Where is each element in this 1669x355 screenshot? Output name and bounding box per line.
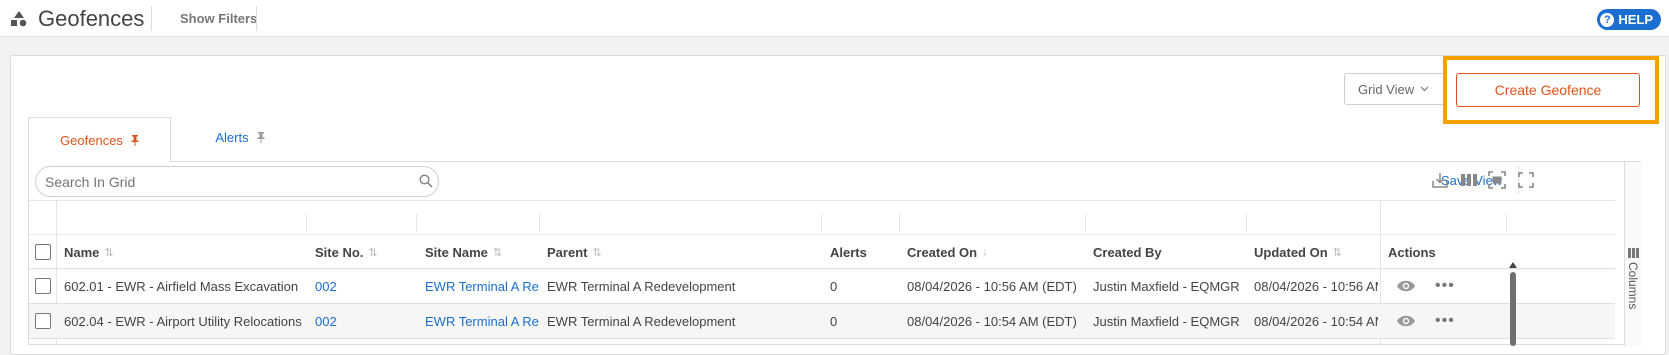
sort-icon[interactable]: ⇅ xyxy=(592,246,601,259)
fit-screen-icon[interactable] xyxy=(1488,171,1506,189)
parent-cell: EWR Terminal A Redevelopment xyxy=(547,278,736,294)
table-row[interactable]: 602.04 - EWR - Airport Utility Relocatio… xyxy=(29,304,1615,339)
help-label: HELP xyxy=(1618,12,1653,27)
column-header-created-by[interactable]: Created By xyxy=(1093,235,1162,269)
column-header-actions: Actions xyxy=(1388,235,1436,269)
column-divider xyxy=(539,214,540,232)
row-checkbox[interactable] xyxy=(35,313,51,329)
scrollbar-thumb[interactable] xyxy=(1510,272,1516,346)
search-icon[interactable] xyxy=(419,174,433,188)
tab-alerts[interactable]: Alerts xyxy=(185,117,295,157)
eye-icon[interactable] xyxy=(1396,314,1416,328)
column-header-label: Site Name xyxy=(425,244,488,260)
show-filters-button[interactable]: Show Filters xyxy=(180,11,257,26)
view-action[interactable] xyxy=(1396,304,1416,338)
column-divider xyxy=(899,214,900,232)
created-by-cell: Justin Maxfield - EQMGR xyxy=(1093,313,1240,329)
sort-icon[interactable]: ⇅ xyxy=(104,246,113,259)
eye-icon[interactable] xyxy=(1396,279,1416,293)
pin-icon[interactable] xyxy=(257,131,265,143)
divider xyxy=(256,6,257,31)
site-no-link[interactable]: 002 xyxy=(315,304,410,338)
tab-geofences[interactable]: Geofences xyxy=(28,117,171,162)
name-cell: 602.04 - EWR - Airport Utility Relocatio… xyxy=(64,313,302,329)
created-on-cell: 08/04/2026 - 10:56 AM (EDT) xyxy=(907,278,1077,294)
created-on-cell: 08/04/2026 - 10:54 AM (EDT) xyxy=(907,313,1077,329)
column-header-name[interactable]: Name ⇅ xyxy=(64,235,114,269)
columns-icon[interactable] xyxy=(1460,171,1478,189)
select-all-cell xyxy=(35,235,51,269)
column-header-label: Alerts xyxy=(830,244,867,260)
column-header-created-on[interactable]: Created On ↓ xyxy=(907,235,988,269)
help-button[interactable]: ? HELP xyxy=(1597,9,1661,30)
columns-label: Columns xyxy=(1626,262,1640,310)
download-icon[interactable] xyxy=(1431,171,1449,189)
fullscreen-icon[interactable] xyxy=(1517,171,1535,189)
more-actions-icon[interactable]: ••• xyxy=(1435,304,1455,338)
sort-icon[interactable]: ⇅ xyxy=(1333,246,1342,259)
more-actions-icon[interactable]: ••• xyxy=(1435,269,1455,303)
geofence-app-icon xyxy=(11,11,27,27)
parent-cell: EWR Terminal A Redevelopment xyxy=(547,313,736,329)
create-geofence-button[interactable]: Create Geofence xyxy=(1456,73,1640,107)
column-divider xyxy=(1246,214,1247,232)
columns-toggle-icon[interactable] xyxy=(1628,248,1639,258)
tab-alerts-label: Alerts xyxy=(215,129,249,145)
alerts-cell: 0 xyxy=(830,313,838,329)
column-divider xyxy=(1506,214,1507,232)
table-row[interactable]: 602.01 - EWR - Airfield Mass Excavation … xyxy=(29,269,1615,304)
scroll-up-icon[interactable] xyxy=(1509,262,1517,268)
grid-header-row: Name ⇅ Site No. ⇅ Site Name ⇅ Parent ⇅ A… xyxy=(29,235,1615,269)
site-name-link[interactable]: EWR Terminal A Redevelopment xyxy=(425,269,539,303)
sort-desc-icon[interactable]: ↓ xyxy=(982,246,988,258)
pin-icon[interactable] xyxy=(131,134,139,146)
tab-geofences-label: Geofences xyxy=(60,132,123,148)
column-header-site-name[interactable]: Site Name ⇅ xyxy=(425,235,502,269)
column-header-label: Parent xyxy=(547,244,588,260)
column-header-updated-on[interactable]: Updated On ⇅ xyxy=(1254,235,1342,269)
search-input[interactable] xyxy=(35,166,439,197)
row-select-cell xyxy=(35,269,51,303)
grid-view-dropdown[interactable]: Grid View xyxy=(1344,73,1447,105)
view-action[interactable] xyxy=(1396,269,1416,303)
filter-row xyxy=(29,200,1615,235)
row-select-cell xyxy=(35,304,51,338)
column-header-label: Created On xyxy=(907,244,978,260)
column-header-site-no[interactable]: Site No. ⇅ xyxy=(315,235,378,269)
column-header-label: Actions xyxy=(1388,244,1436,260)
site-no-link[interactable]: 002 xyxy=(315,269,410,303)
geofences-grid: Save View Name ⇅ xyxy=(28,161,1642,346)
top-bar: Geofences Show Filters ? HELP xyxy=(0,0,1669,37)
column-divider xyxy=(306,214,307,232)
column-divider xyxy=(416,214,417,232)
alerts-cell: 0 xyxy=(830,278,838,294)
created-by-cell: Justin Maxfield - EQMGR xyxy=(1093,278,1240,294)
sort-icon[interactable]: ⇅ xyxy=(368,246,377,259)
updated-on-cell: 08/04/2026 - 10:54 AM (EDT) xyxy=(1254,313,1378,329)
grid-view-label: Grid View xyxy=(1358,81,1415,97)
select-all-checkbox[interactable] xyxy=(35,244,51,260)
column-header-parent[interactable]: Parent ⇅ xyxy=(547,235,602,269)
sort-icon[interactable]: ⇅ xyxy=(493,246,502,259)
column-divider xyxy=(1085,214,1086,232)
columns-side-panel[interactable]: Columns xyxy=(1624,162,1642,346)
help-icon: ? xyxy=(1600,12,1615,27)
row-checkbox[interactable] xyxy=(35,278,51,294)
page-title: Geofences xyxy=(38,6,145,31)
column-header-label: Site No. xyxy=(315,244,364,260)
updated-on-cell: 08/04/2026 - 10:56 AM (EDT) xyxy=(1254,278,1378,294)
site-name-link[interactable]: EWR Terminal A Redevelopment xyxy=(425,304,539,338)
column-header-label: Created By xyxy=(1093,244,1162,260)
chevron-down-icon xyxy=(1420,86,1429,92)
column-header-alerts[interactable]: Alerts xyxy=(830,235,867,269)
divider xyxy=(151,6,152,31)
name-cell: 602.01 - EWR - Airfield Mass Excavation xyxy=(64,278,299,294)
column-header-label: Name xyxy=(64,244,100,260)
column-header-label: Updated On xyxy=(1254,244,1328,260)
column-divider xyxy=(821,214,822,232)
